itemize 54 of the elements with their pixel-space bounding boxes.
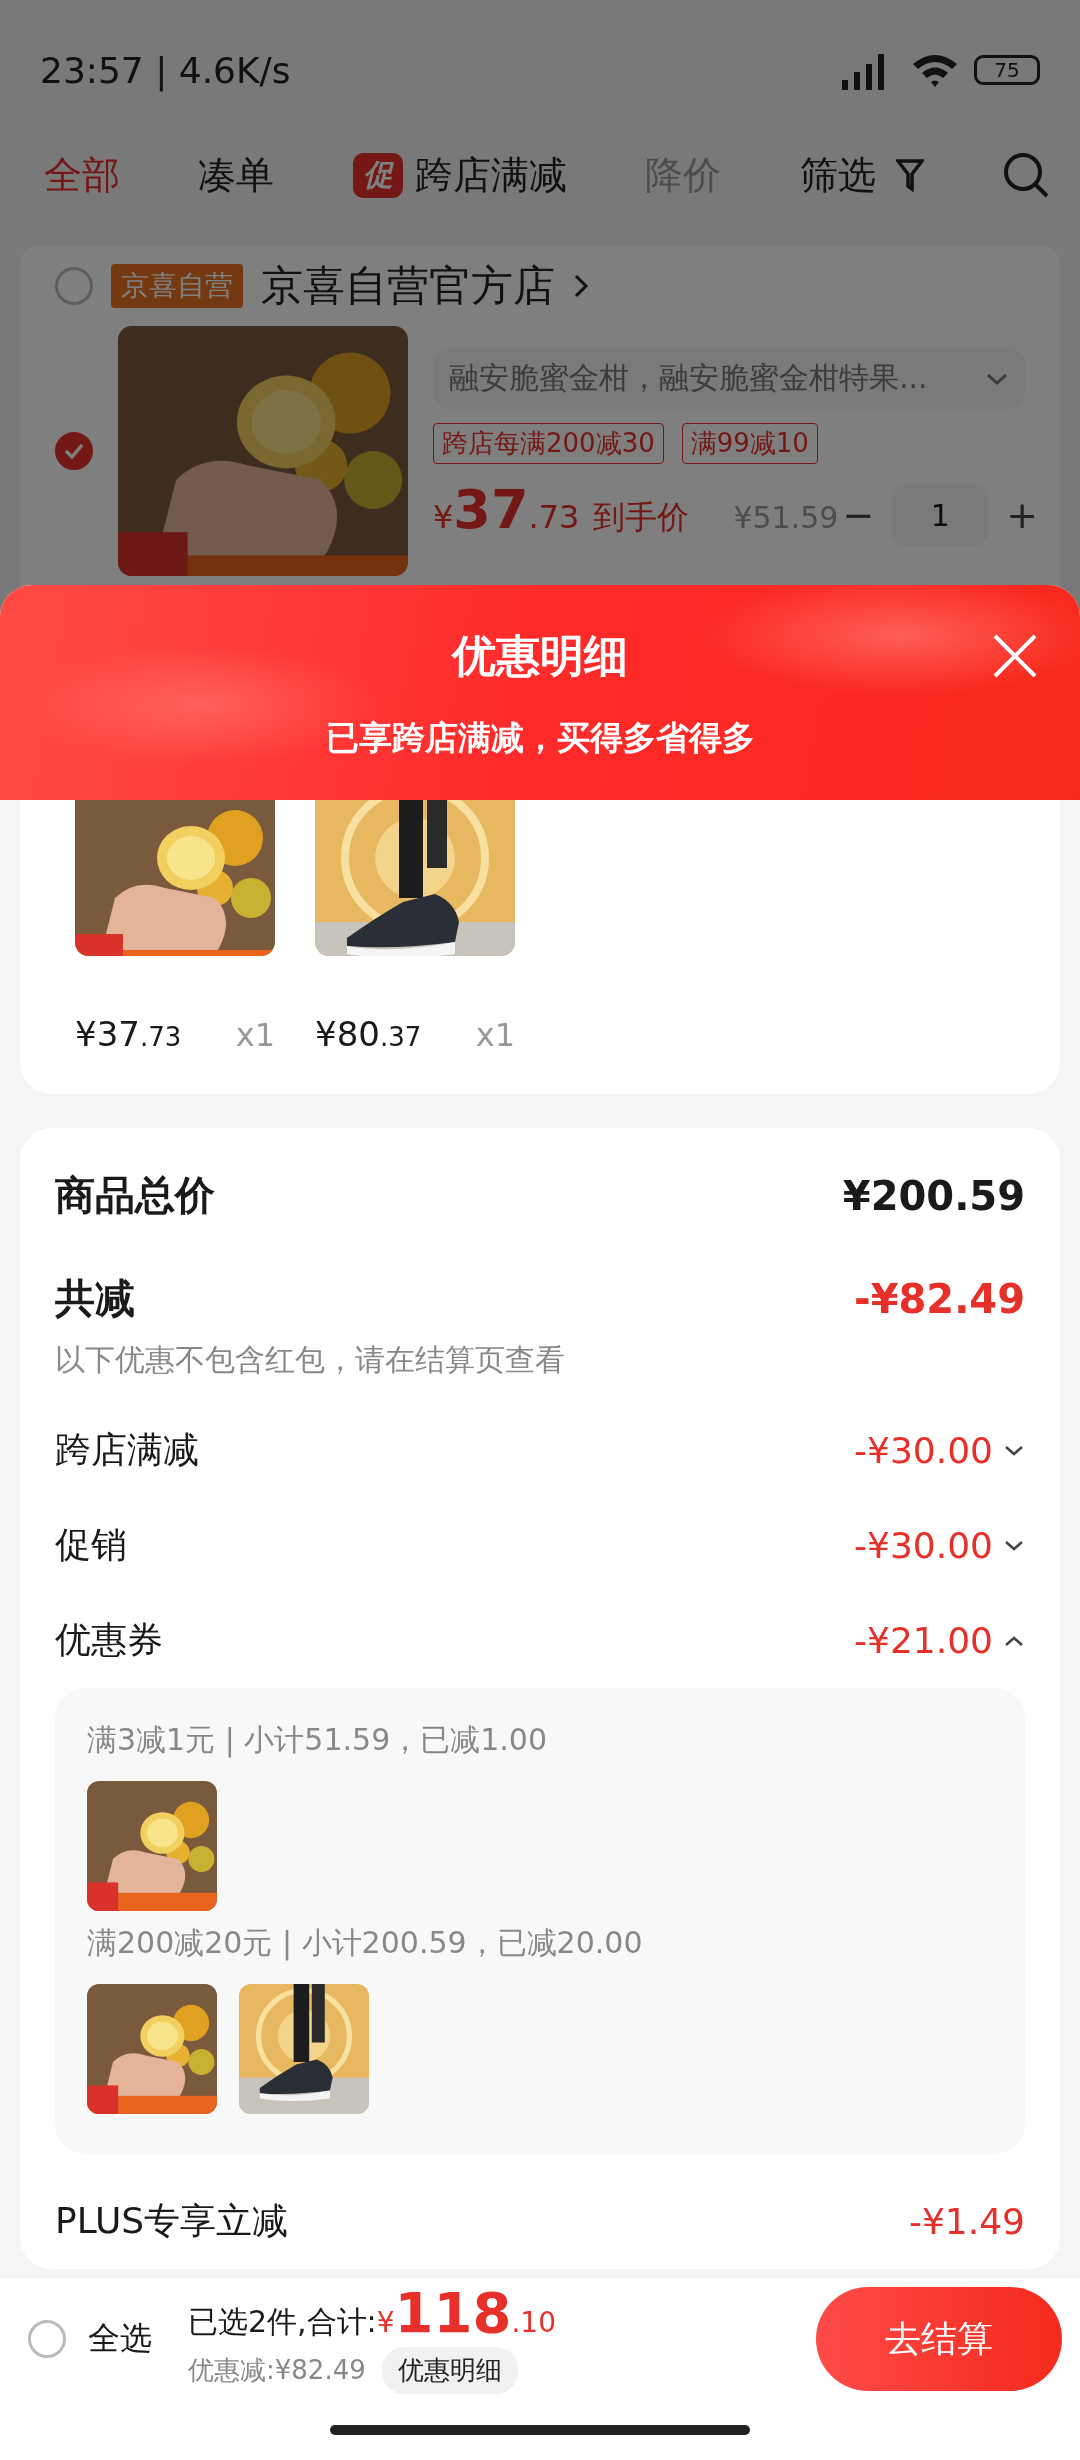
category-tab[interactable]: 促 跨店满减 xyxy=(352,149,567,201)
filter-button[interactable]: 筛选 xyxy=(799,149,924,201)
total-price: ¥118.10 xyxy=(376,2284,556,2341)
discount-note: 以下优惠不包含红包，请在结算页查看 xyxy=(55,1341,566,1379)
total-label: 商品总价 xyxy=(55,1171,215,1220)
close-icon[interactable] xyxy=(992,633,1038,679)
promo-badge: 促 xyxy=(352,152,403,198)
checkout-button[interactable]: 去结算 xyxy=(816,2287,1062,2391)
chevron-down-icon xyxy=(1003,1443,1025,1458)
status-time: 23:57 | 4.6K/s xyxy=(40,49,291,91)
checkbox[interactable] xyxy=(55,267,93,305)
store-name[interactable]: 京喜自营官方店 xyxy=(261,258,555,314)
category-tab[interactable]: 凑单 xyxy=(198,149,275,201)
checkbox[interactable] xyxy=(28,2320,66,2358)
coupon-rule: 满3减1元 | 小计51.59，已减1.00 xyxy=(87,1721,549,1760)
chevron-right-icon[interactable] xyxy=(573,272,589,300)
discount-type: PLUS专享立减 xyxy=(55,2199,289,2243)
discount-detail-button[interactable]: 优惠明细 xyxy=(381,2346,518,2394)
discount-toggle[interactable]: -¥30.00 xyxy=(854,1430,1025,1471)
sheet-title: 优惠明细 xyxy=(452,629,628,683)
saved-amount: 优惠减:¥82.49 xyxy=(188,2353,366,2387)
selected-summary: 已选2件,合计: xyxy=(188,2302,377,2341)
promo-tag: 跨店每满200减30 xyxy=(433,423,664,464)
discount-type: 促销 xyxy=(55,1523,127,1567)
battery-icon: 75 xyxy=(974,55,1040,85)
discount-amount: -¥1.49 xyxy=(908,2201,1025,2242)
minus-button[interactable]: − xyxy=(842,493,875,537)
item-price: ¥37.73 xyxy=(75,1014,182,1054)
coupon-rule: 满200减20元 | 小计200.59，已减20.00 xyxy=(87,1924,644,1963)
chevron-down-icon xyxy=(1003,1538,1025,1553)
chevron-down-icon xyxy=(985,371,1009,386)
item-quantity: x1 xyxy=(235,1016,275,1054)
store-tag: 京喜自营 xyxy=(111,264,243,308)
price-label: 到手价 xyxy=(593,497,690,538)
category-tab[interactable]: 全部 xyxy=(44,149,120,201)
price: ¥37.73 xyxy=(433,478,580,541)
discount-toggle[interactable]: -¥30.00 xyxy=(854,1525,1025,1566)
total-amount: ¥200.59 xyxy=(842,1172,1025,1219)
discount-amount: -¥82.49 xyxy=(854,1275,1025,1322)
plus-button[interactable]: + xyxy=(1006,493,1039,537)
discount-type: 优惠券 xyxy=(55,1618,163,1662)
spec-selector[interactable]: 融安脆蜜金柑，融安脆蜜金柑特果... xyxy=(433,348,1025,409)
select-all-label[interactable]: 全选 xyxy=(88,2317,152,2361)
quantity-field[interactable]: 1 xyxy=(892,484,989,546)
sheet-subtitle: 已享跨店满减，买得多省得多 xyxy=(325,717,755,759)
discount-type: 跨店满减 xyxy=(55,1428,199,1472)
funnel-icon xyxy=(895,158,924,192)
discount-toggle[interactable]: -¥21.00 xyxy=(854,1620,1025,1661)
checkbox[interactable] xyxy=(55,432,93,470)
item-quantity: x1 xyxy=(475,1016,515,1054)
item-price: ¥80.37 xyxy=(315,1014,422,1054)
discount-label: 共减 xyxy=(55,1274,135,1323)
search-icon[interactable] xyxy=(1002,151,1051,199)
promo-tag: 满99减10 xyxy=(681,423,818,464)
